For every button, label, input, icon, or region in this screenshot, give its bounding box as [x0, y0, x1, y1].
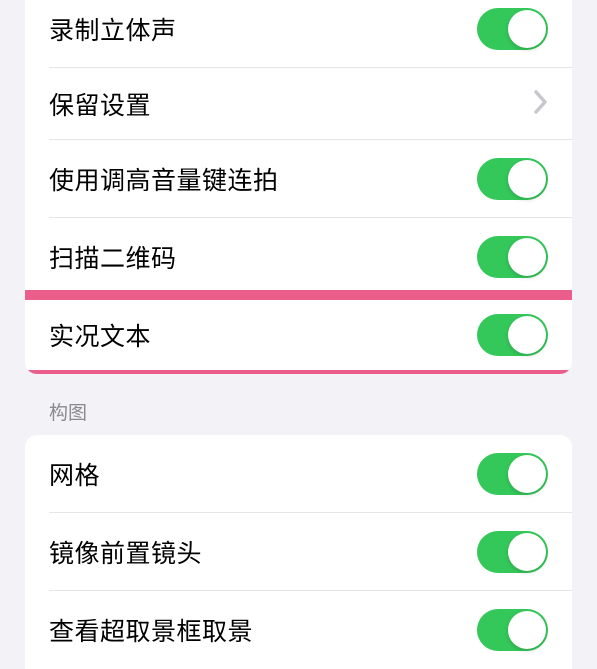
label-volume-burst: 使用调高音量键连拍 — [49, 161, 279, 197]
row-record-stereo: 录制立体声 — [25, 0, 572, 68]
chevron-right-icon — [534, 90, 548, 119]
label-live-text: 实况文本 — [49, 317, 151, 353]
row-scan-qr: 扫描二维码 — [25, 218, 572, 296]
label-mirror-front: 镜像前置镜头 — [49, 534, 202, 570]
label-preserve-settings: 保留设置 — [49, 86, 151, 122]
highlighted-row-wrapper: 实况文本 — [25, 296, 572, 374]
label-scan-qr: 扫描二维码 — [49, 239, 177, 275]
row-grid: 网格 — [25, 435, 572, 513]
toggle-view-outside-frame[interactable] — [477, 609, 548, 651]
toggle-live-text[interactable] — [477, 314, 548, 356]
label-grid: 网格 — [49, 456, 100, 492]
row-preserve-settings[interactable]: 保留设置 — [25, 68, 572, 140]
row-mirror-front: 镜像前置镜头 — [25, 513, 572, 591]
settings-section-1: 录制立体声 保留设置 使用调高音量键连拍 扫描二维码 实况文本 — [25, 0, 572, 374]
row-live-text: 实况文本 — [25, 296, 572, 374]
settings-section-2: 网格 镜像前置镜头 查看超取景框取景 — [25, 435, 572, 669]
toggle-volume-burst[interactable] — [477, 158, 548, 200]
toggle-grid[interactable] — [477, 453, 548, 495]
row-volume-burst: 使用调高音量键连拍 — [25, 140, 572, 218]
label-record-stereo: 录制立体声 — [49, 11, 177, 47]
label-view-outside-frame: 查看超取景框取景 — [49, 612, 253, 648]
toggle-mirror-front[interactable] — [477, 531, 548, 573]
toggle-scan-qr[interactable] — [477, 236, 548, 278]
toggle-record-stereo[interactable] — [477, 8, 548, 50]
row-view-outside-frame: 查看超取景框取景 — [25, 591, 572, 669]
section-header-composition: 构图 — [25, 374, 572, 435]
